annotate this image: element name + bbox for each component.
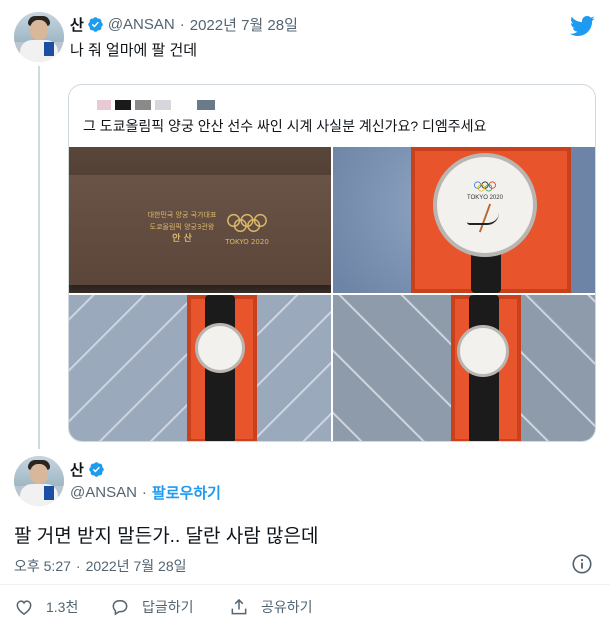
verified-badge-icon <box>88 17 103 32</box>
info-icon[interactable] <box>571 553 593 575</box>
twitter-bird-icon[interactable] <box>569 13 595 39</box>
reply-icon <box>112 600 128 616</box>
box-text-line1: 대한민국 양궁 국가대표 <box>147 211 217 219</box>
tweet-date[interactable]: 2022년 7월 28일 <box>86 556 187 576</box>
verified-badge-icon <box>89 462 104 477</box>
reply-button[interactable]: 답글하기 <box>110 597 194 617</box>
heart-icon <box>16 600 32 615</box>
handle[interactable]: @ANSAN <box>108 16 175 33</box>
separator: · <box>179 16 185 33</box>
share-button[interactable]: 공유하기 <box>229 597 313 617</box>
like-button[interactable]: 1.3천 <box>14 597 78 617</box>
divider <box>0 584 610 585</box>
main-handle[interactable]: @ANSAN <box>70 484 137 501</box>
follow-button[interactable]: 팔로우하기 <box>152 482 221 503</box>
photo-watch-in-case-2[interactable] <box>333 295 595 441</box>
main-tweet-handle-row: @ANSAN · 팔로우하기 <box>70 482 221 503</box>
tweet-time[interactable]: 오후 5:27 <box>14 556 71 576</box>
olympic-rings-icon <box>227 213 267 233</box>
main-avatar[interactable] <box>14 456 64 506</box>
reply-label: 답글하기 <box>142 599 194 615</box>
first-tweet-text: 나 줘 얼마에 팔 건데 <box>70 42 198 59</box>
box-text-line2: 도쿄올림픽 양궁3관왕 <box>149 223 215 231</box>
redacted-author <box>97 97 219 115</box>
timestamp-row: 오후 5:27 · 2022년 7월 28일 <box>14 556 187 576</box>
share-label: 공유하기 <box>261 599 313 615</box>
share-icon <box>231 598 247 615</box>
photo-watch-box[interactable]: 대한민국 양궁 국가대표 도쿄올림픽 양궁3관왕 안 산 TOKYO 2020 <box>69 147 331 293</box>
box-text-event: TOKYO 2020 <box>225 238 269 246</box>
quoted-tweet[interactable]: 그 도쿄올림픽 양궁 안산 선수 싸인 시계 사실분 계신가요? 디엠주세요 대… <box>68 84 596 442</box>
like-count: 1.3천 <box>46 599 79 615</box>
main-tweet-text: 팔 거면 받지 말든가.. 달란 사람 많은데 <box>14 526 319 547</box>
separator: · <box>75 558 81 574</box>
avatar[interactable] <box>14 12 64 62</box>
thread-line <box>38 66 40 449</box>
display-name[interactable]: 산 <box>70 14 84 35</box>
separator: · <box>141 484 147 501</box>
main-display-name[interactable]: 산 <box>70 459 84 480</box>
dial-text: TOKYO 2020 <box>467 195 503 201</box>
quoted-tweet-text: 그 도쿄올림픽 양궁 안산 선수 싸인 시계 사실분 계신가요? 디엠주세요 <box>83 118 487 134</box>
first-tweet-header: 산 @ANSAN · 2022년 7월 28일 <box>70 14 298 35</box>
photo-watch-closeup[interactable]: TOKYO 2020 <box>333 147 595 293</box>
tweet-date[interactable]: 2022년 7월 28일 <box>190 14 298 35</box>
main-tweet-name-row: 산 <box>70 459 105 480</box>
photo-watch-in-case-1[interactable] <box>69 295 331 441</box>
box-text-name: 안 산 <box>172 234 192 244</box>
